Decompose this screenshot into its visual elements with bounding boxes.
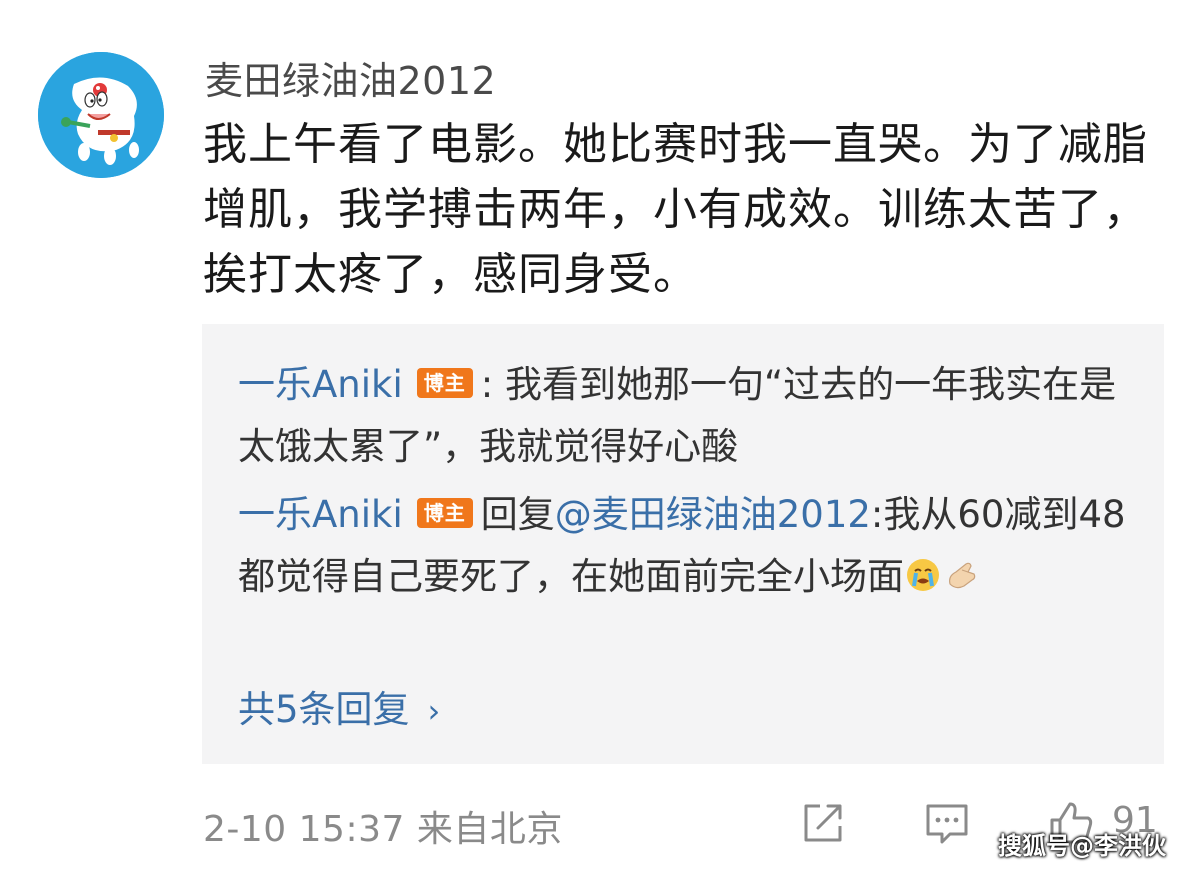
more-replies-label: 共5条回复: [238, 688, 410, 731]
reply-mention[interactable]: @麦田绿油油2012: [555, 493, 871, 536]
share-icon: [804, 804, 842, 842]
comment-timestamp: 2-10 15:37: [203, 809, 405, 850]
chevron-right-icon: ›: [427, 692, 441, 730]
replies-panel: 一乐Aniki 博主: 我看到她那一句“过去的一年我实在是太饿太累了”，我就觉得好…: [202, 324, 1164, 764]
doraemon-avatar-icon: [38, 52, 164, 178]
reply-author[interactable]: 一乐Aniki: [238, 363, 403, 406]
reply-item[interactable]: 一乐Aniki 博主 回复@麦田绿油油2012:我从60减到48都觉得自己要死了，在…: [238, 484, 1138, 608]
reply-prefix: 回复: [480, 493, 555, 536]
blogger-badge: 博主: [416, 367, 473, 398]
pinched-fingers-emoji: [942, 556, 980, 594]
comment-icon: [926, 804, 968, 844]
comment-meta: 2-10 15:37 来自北京: [203, 800, 563, 852]
comment-body: 我上午看了电影。她比赛时我一直哭。为了减脂增肌，我学搏击两年，小有成效。训练太苦…: [203, 119, 1148, 300]
user-avatar[interactable]: [38, 52, 164, 178]
view-more-replies-link[interactable]: 共5条回复 ›: [238, 679, 440, 733]
reply-author[interactable]: 一乐Aniki: [238, 493, 403, 536]
reply-item[interactable]: 一乐Aniki 博主: 我看到她那一句“过去的一年我实在是太饿太累了”，我就觉得好…: [238, 354, 1138, 478]
share-button[interactable]: [798, 798, 848, 848]
comment-location: 来自北京: [416, 809, 563, 850]
blogger-badge: 博主: [416, 497, 473, 528]
comment-button[interactable]: [922, 798, 972, 848]
reply-separator: :: [480, 363, 494, 406]
crying-face-emoji: [904, 556, 942, 594]
watermark-text: 搜狐号@李洪伙: [998, 832, 1166, 860]
comment-card: 麦田绿油油2012 我上午看了电影。她比赛时我一直哭。为了减脂增肌，我学搏击两年…: [0, 0, 1201, 870]
comment-username[interactable]: 麦田绿油油2012: [205, 50, 496, 105]
